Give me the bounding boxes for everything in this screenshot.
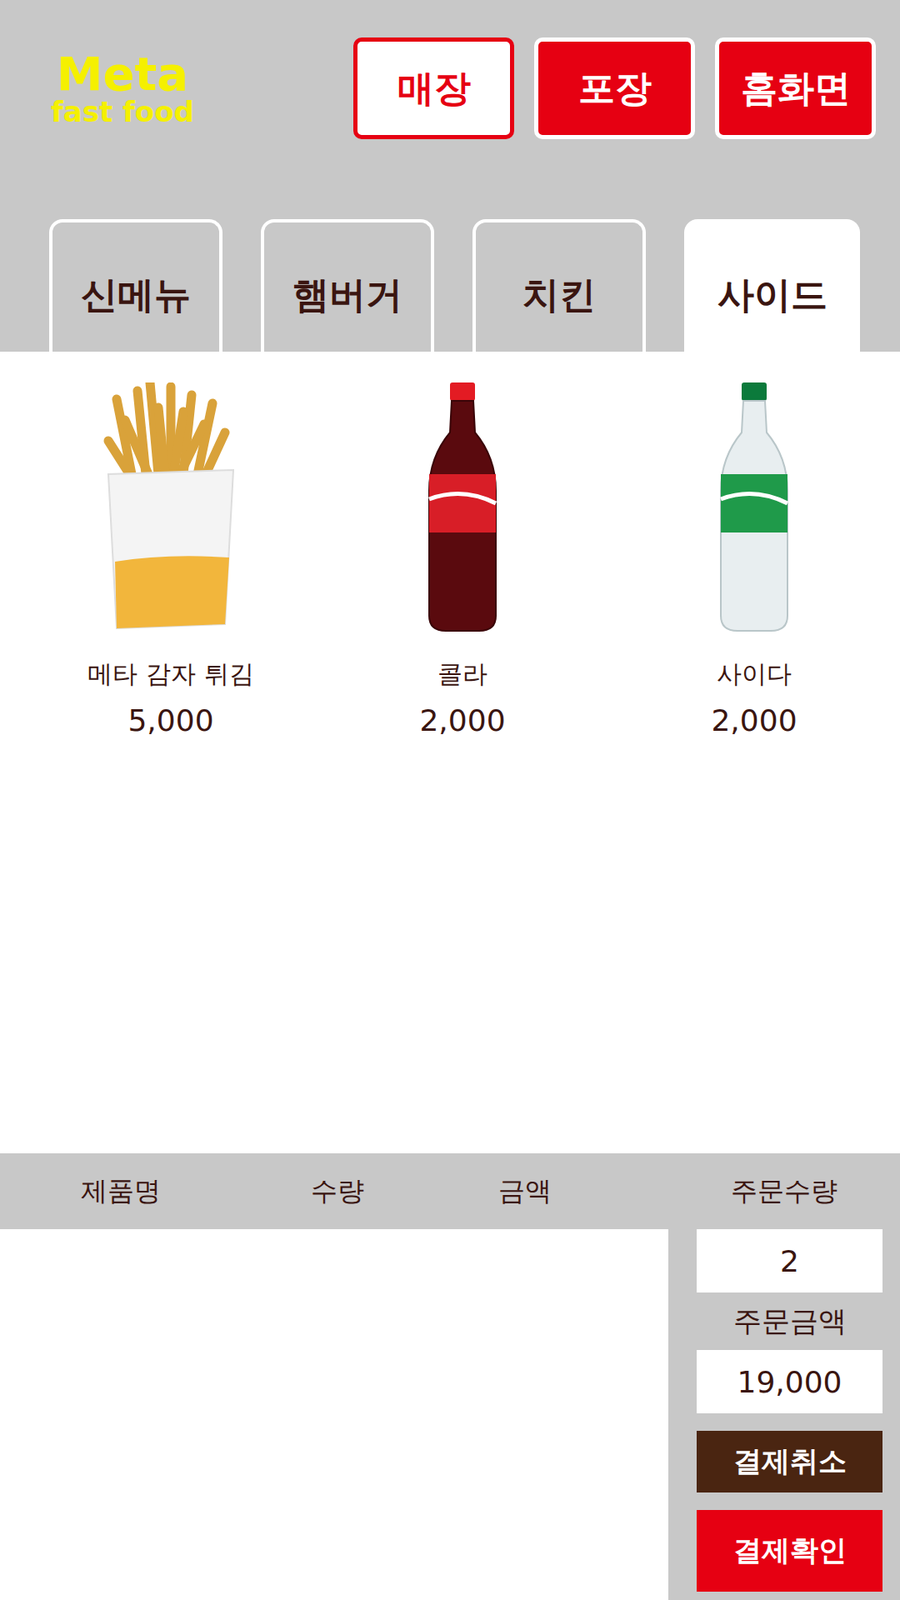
order-summary: 2 주문금액 19,000 결제취소결제확인 [668, 1229, 900, 1600]
column-header: 금액 [433, 1173, 669, 1210]
product-image [100, 382, 242, 633]
product-price: 2,000 [419, 703, 505, 738]
column-header: 제품명 [0, 1173, 242, 1210]
product-name: 콜라 [437, 657, 488, 692]
product-card[interactable]: 사이다 2,000 [608, 382, 900, 738]
product-grid: 메타 감자 튀김 5,000 콜라 2,000 사이다 2,000 [0, 351, 900, 1154]
bottle-icon [716, 382, 792, 633]
kiosk-screen: Meta fast food 매장포장홈화면 신메뉴 햄버거 치킨 사이드 메타 감자… [0, 0, 900, 1600]
product-image [425, 382, 500, 633]
header-button[interactable]: 매장 [353, 37, 515, 140]
product-card[interactable]: 메타 감자 튀김 5,000 [25, 382, 317, 738]
amount-label: 주문금액 [696, 1292, 883, 1350]
product-name: 메타 감자 튀김 [87, 657, 254, 692]
product-name: 사이다 [716, 657, 792, 692]
header: Meta fast food 매장포장홈화면 신메뉴 햄버거 치킨 사이드 [0, 0, 900, 352]
product-price: 5,000 [127, 703, 214, 738]
logo[interactable]: Meta fast food [50, 50, 195, 126]
order-table-header: 제품명수량금액 주문수량 [0, 1153, 900, 1230]
product-image [716, 382, 792, 633]
bottle-icon [425, 382, 500, 633]
logo-title: Meta [56, 50, 189, 98]
category-tab[interactable]: 햄버거 [260, 219, 435, 352]
category-tabs: 신메뉴 햄버거 치킨 사이드 [0, 219, 900, 352]
category-tab[interactable]: 치킨 [472, 219, 646, 352]
quantity-field: 2 [696, 1229, 883, 1293]
category-tab[interactable]: 신메뉴 [49, 219, 223, 352]
quantity-label: 주문수량 [668, 1173, 900, 1210]
cancel-button[interactable]: 결제취소 [696, 1430, 883, 1493]
confirm-button[interactable]: 결제확인 [696, 1510, 883, 1592]
product-card[interactable]: 콜라 2,000 [316, 382, 609, 738]
product-price: 2,000 [710, 703, 797, 738]
column-header: 수량 [241, 1173, 434, 1210]
category-tab[interactable]: 사이드 [684, 219, 860, 352]
header-button[interactable]: 포장 [534, 37, 695, 140]
order-list [0, 1229, 669, 1600]
amount-field: 19,000 [696, 1350, 883, 1414]
fries-icon [100, 382, 242, 633]
order-panel: 제품명수량금액 주문수량 2 주문금액 19,000 결제취소결제확인 [0, 1153, 900, 1600]
header-button[interactable]: 홈화면 [715, 37, 876, 140]
logo-subtitle: fast food [50, 97, 195, 126]
